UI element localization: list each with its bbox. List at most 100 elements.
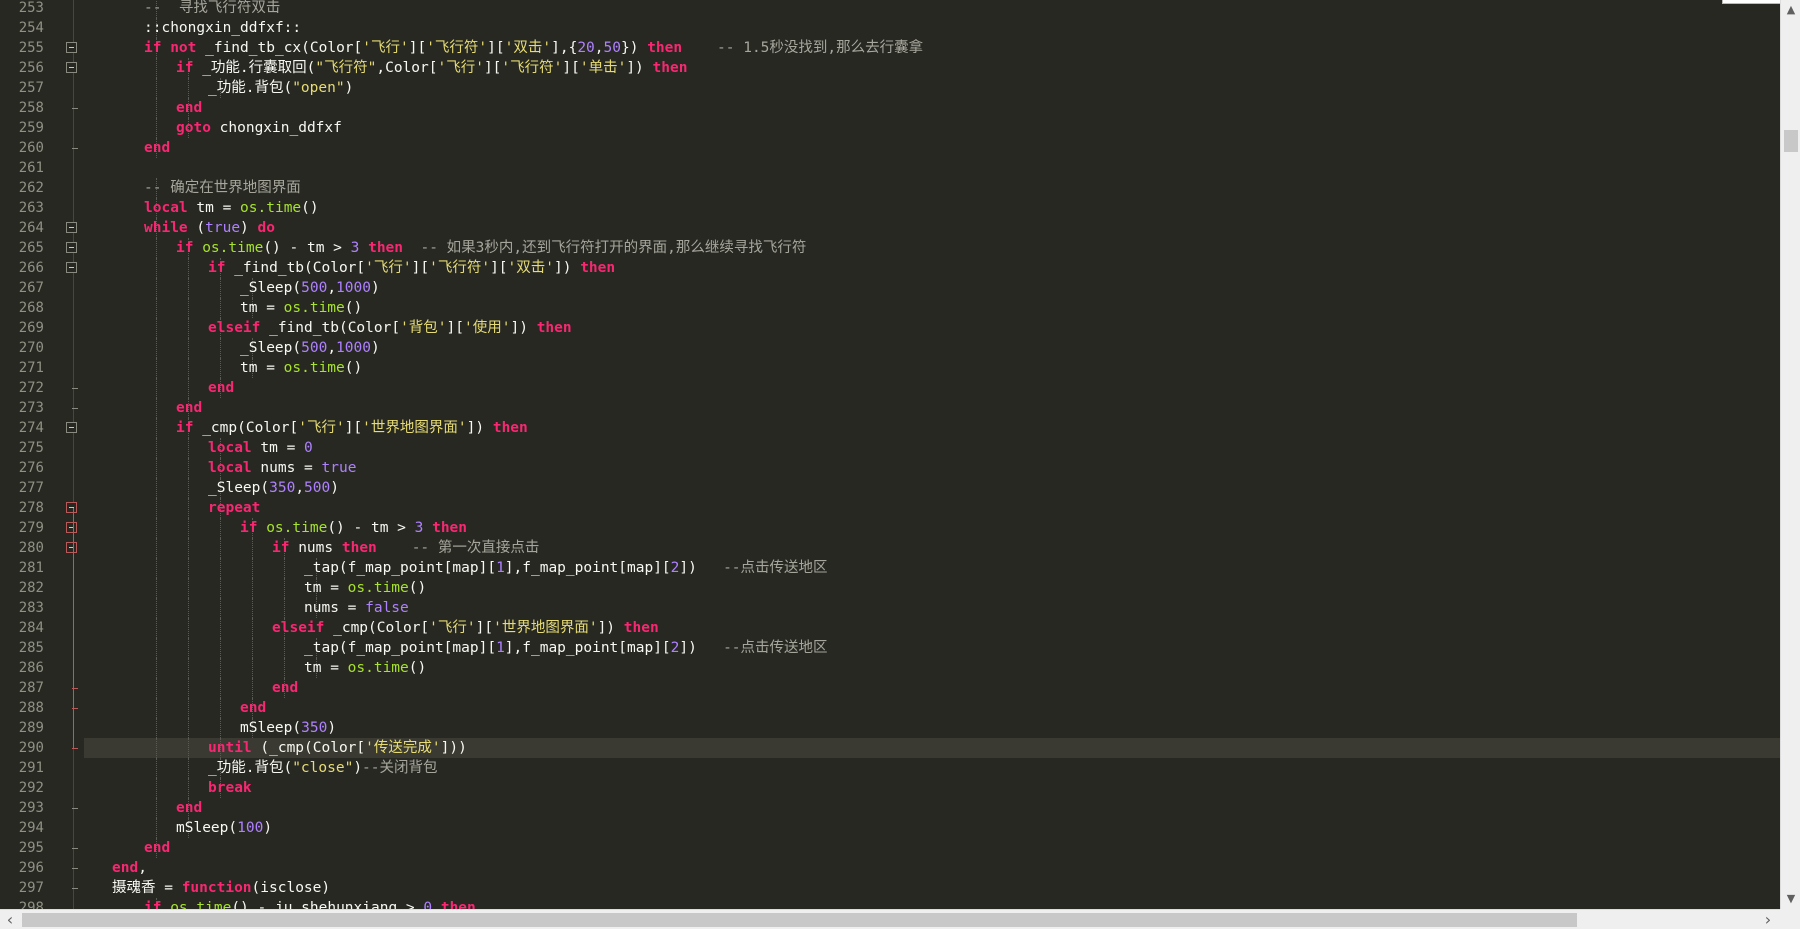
indent-guide — [220, 358, 221, 378]
code-line[interactable]: end — [84, 378, 1780, 398]
code-token: if — [208, 260, 226, 276]
code-line[interactable]: elseif _cmp(Color['飞行']['世界地图界面']) then — [84, 618, 1780, 638]
code-line[interactable]: end — [84, 798, 1780, 818]
code-line[interactable]: local tm = os.time() — [84, 198, 1780, 218]
fold-toggle-icon[interactable] — [66, 262, 77, 273]
vertical-scrollbar[interactable]: ▲ ▼ — [1780, 0, 1800, 909]
code-line[interactable]: repeat — [84, 498, 1780, 518]
code-line[interactable]: _tap(f_map_point[map][1],f_map_point[map… — [84, 558, 1780, 578]
code-line[interactable]: end — [84, 838, 1780, 858]
line-number: 256 — [18, 60, 44, 76]
horizontal-scroll-thumb[interactable] — [22, 913, 1577, 927]
code-line[interactable]: _功能.背包("open") — [84, 78, 1780, 98]
scroll-down-arrow-icon[interactable]: ▼ — [1781, 889, 1800, 909]
indent-guide — [252, 538, 253, 558]
indent-guide — [156, 558, 157, 578]
code-text: -- 寻找飞行符双击 — [144, 0, 280, 18]
code-line[interactable]: if not _find_tb_cx(Color['飞行']['飞行符']['双… — [84, 38, 1780, 58]
code-line[interactable]: tm = os.time() — [84, 358, 1780, 378]
code-text: tm = os.time() — [240, 358, 362, 378]
code-line[interactable]: mSleep(100) — [84, 818, 1780, 838]
code-text: mSleep(100) — [176, 818, 272, 838]
fold-toggle-icon[interactable] — [66, 242, 77, 253]
indent-guide — [220, 718, 221, 738]
code-token: -- 寻找飞行符双击 — [144, 0, 281, 16]
indent-guide — [188, 298, 189, 318]
line-number: 270 — [18, 340, 44, 356]
fold-toggle-icon[interactable] — [66, 542, 77, 553]
code-line[interactable]: _功能.背包("close")--关闭背包 — [84, 758, 1780, 778]
scroll-up-arrow-icon[interactable]: ▲ — [1781, 0, 1800, 20]
fold-toggle-icon[interactable] — [66, 522, 77, 533]
code-line[interactable]: tm = os.time() — [84, 298, 1780, 318]
code-line[interactable]: while (true) do — [84, 218, 1780, 238]
code-line[interactable] — [84, 158, 1780, 178]
code-line[interactable]: -- 确定在世界地图界面 — [84, 178, 1780, 198]
indent-guide — [188, 518, 189, 538]
fold-toggle-icon[interactable] — [66, 422, 77, 433]
code-line[interactable]: end, — [84, 858, 1780, 878]
code-line[interactable]: _Sleep(350,500) — [84, 478, 1780, 498]
code-token: local — [208, 460, 252, 476]
scroll-right-arrow-icon[interactable]: › — [1758, 910, 1778, 929]
code-line[interactable]: goto chongxin_ddfxf — [84, 118, 1780, 138]
code-line[interactable]: ::chongxin_ddfxf:: — [84, 18, 1780, 38]
fold-end-marker — [72, 868, 78, 869]
code-text: if os.time() - tm > 3 then — [240, 518, 467, 538]
code-text: end — [176, 398, 202, 418]
code-line[interactable]: if nums then -- 第一次直接点击 — [84, 538, 1780, 558]
code-token: os.time — [202, 240, 264, 256]
current-code-line[interactable]: until (_cmp(Color['传送完成'])) — [84, 738, 1780, 758]
code-line[interactable]: mSleep(350) — [84, 718, 1780, 738]
code-token: --点击传送地区 — [696, 640, 828, 656]
code-text: if nums then -- 第一次直接点击 — [272, 538, 539, 558]
code-line[interactable]: _tap(f_map_point[map][1],f_map_point[map… — [84, 638, 1780, 658]
code-line[interactable]: end — [84, 138, 1780, 158]
code-line[interactable]: -- 寻找飞行符双击 — [84, 0, 1780, 18]
code-line[interactable]: break — [84, 778, 1780, 798]
code-line[interactable]: local tm = 0 — [84, 438, 1780, 458]
code-text: _功能.背包("close")--关闭背包 — [208, 758, 438, 778]
fold-toggle-icon[interactable] — [66, 62, 77, 73]
code-line[interactable]: if _cmp(Color['飞行']['世界地图界面']) then — [84, 418, 1780, 438]
code-line[interactable]: 摄魂香 = function(isclose) — [84, 878, 1780, 898]
scroll-left-arrow-icon[interactable]: ‹ — [0, 910, 20, 929]
line-number: 292 — [18, 780, 44, 796]
code-line[interactable]: nums = false — [84, 598, 1780, 618]
code-editor[interactable]: 253 254 255 256 257 258 259 260 261 262 263 264 265 2… — [0, 0, 1800, 929]
code-line[interactable]: _Sleep(500,1000) — [84, 278, 1780, 298]
indent-guide — [156, 438, 157, 458]
code-token: ][ — [411, 260, 430, 276]
code-line[interactable]: local nums = true — [84, 458, 1780, 478]
code-token: tm = — [304, 580, 348, 596]
code-token: () - ju_shehunxiang > — [231, 900, 424, 909]
code-line[interactable]: _Sleep(500,1000) — [84, 338, 1780, 358]
line-number: 265 — [18, 240, 44, 256]
fold-toggle-icon[interactable] — [66, 222, 77, 233]
code-text: local nums = true — [208, 458, 356, 478]
code-line[interactable]: tm = os.time() — [84, 578, 1780, 598]
code-text: break — [208, 778, 252, 798]
line-number: 269 — [18, 320, 44, 336]
code-line[interactable]: if os.time() - ju_shehunxiang > 0 then — [84, 898, 1780, 909]
code-line[interactable]: if _find_tb(Color['飞行']['飞行符']['双击']) th… — [84, 258, 1780, 278]
line-number: 263 — [18, 200, 44, 216]
code-line[interactable]: if os.time() - tm > 3 then — [84, 518, 1780, 538]
code-line[interactable]: end — [84, 678, 1780, 698]
code-line[interactable]: if os.time() - tm > 3 then -- 如果3秒内,还到飞行… — [84, 238, 1780, 258]
code-line[interactable]: end — [84, 98, 1780, 118]
code-line[interactable]: elseif _find_tb(Color['背包']['使用']) then — [84, 318, 1780, 338]
code-line[interactable]: end — [84, 398, 1780, 418]
horizontal-scrollbar[interactable]: ‹ › — [0, 909, 1780, 929]
fold-toggle-icon[interactable] — [66, 42, 77, 53]
code-line[interactable]: if _功能.行囊取回("飞行符",Color['飞行']['飞行符']['单击… — [84, 58, 1780, 78]
vertical-scroll-thumb[interactable] — [1784, 130, 1798, 152]
code-token: os.time — [283, 360, 345, 376]
code-area[interactable]: -- 寻找飞行符双击::chongxin_ddfxf:: if not _find… — [84, 0, 1780, 909]
code-token: local — [144, 200, 188, 216]
code-line[interactable]: tm = os.time() — [84, 658, 1780, 678]
fold-toggle-icon[interactable] — [66, 502, 77, 513]
code-line[interactable]: end — [84, 698, 1780, 718]
code-text: end, — [112, 858, 147, 878]
